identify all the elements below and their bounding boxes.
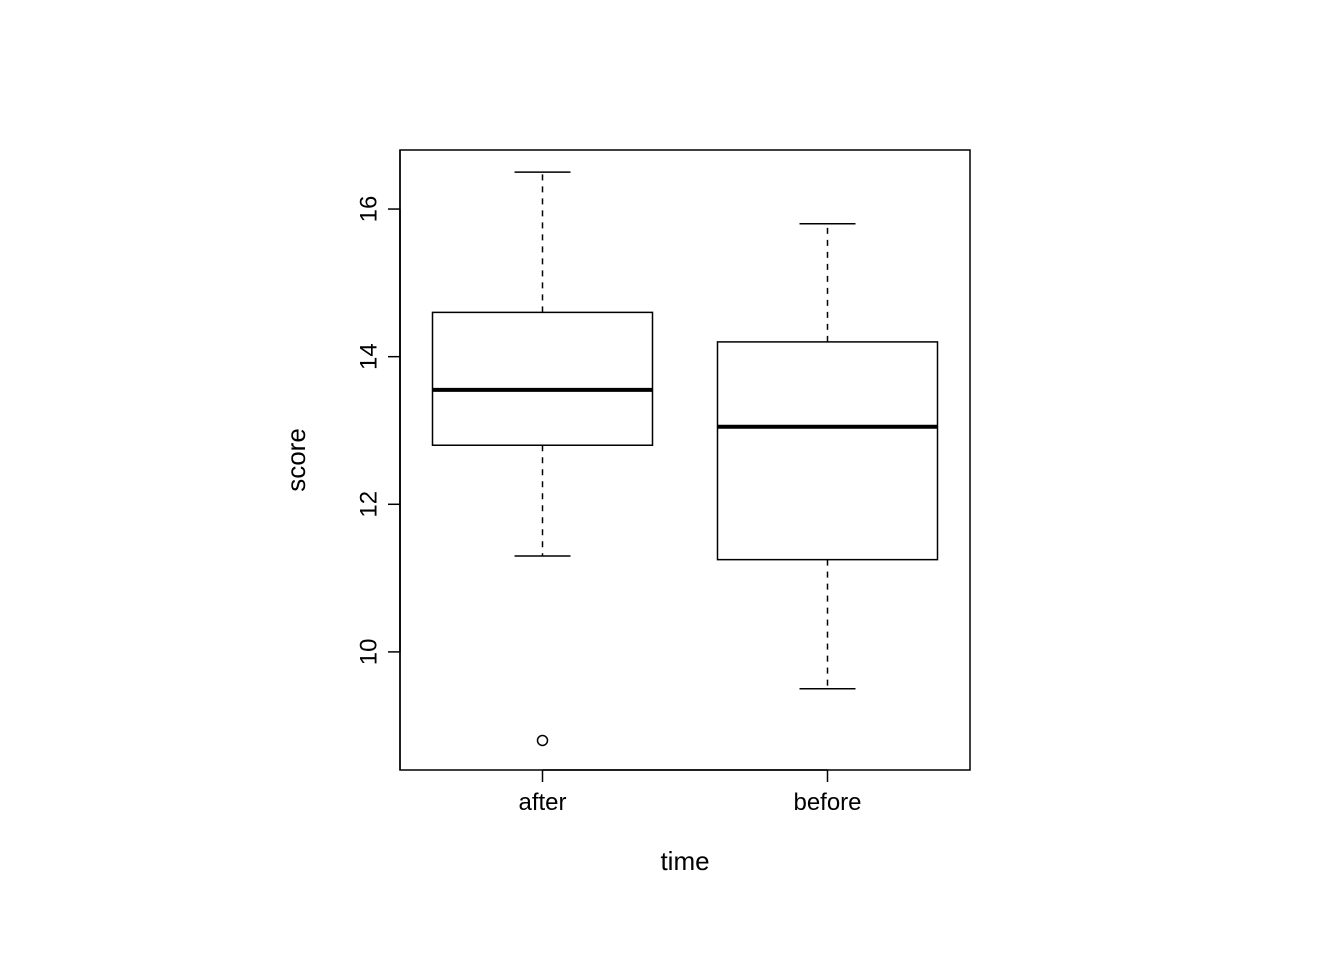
x-tick-label: after [518,789,566,816]
boxplot-after [433,172,653,745]
y-tick-label: 10 [355,639,382,666]
y-tick-label: 14 [355,343,382,370]
chart-svg: 10 12 14 16 after before time score [0,0,1344,960]
y-axis-label: score [281,428,311,492]
y-axis: 10 12 14 16 [355,150,400,770]
x-axis: after before [518,770,861,816]
outlier-point [538,735,548,745]
x-axis-label: time [660,846,709,876]
boxplot-before [718,224,938,689]
boxplots [433,172,938,745]
y-tick-label: 16 [355,196,382,223]
boxplot-chart: 10 12 14 16 after before time score [0,0,1344,960]
x-tick-label: before [793,789,861,816]
y-tick-label: 12 [355,491,382,518]
